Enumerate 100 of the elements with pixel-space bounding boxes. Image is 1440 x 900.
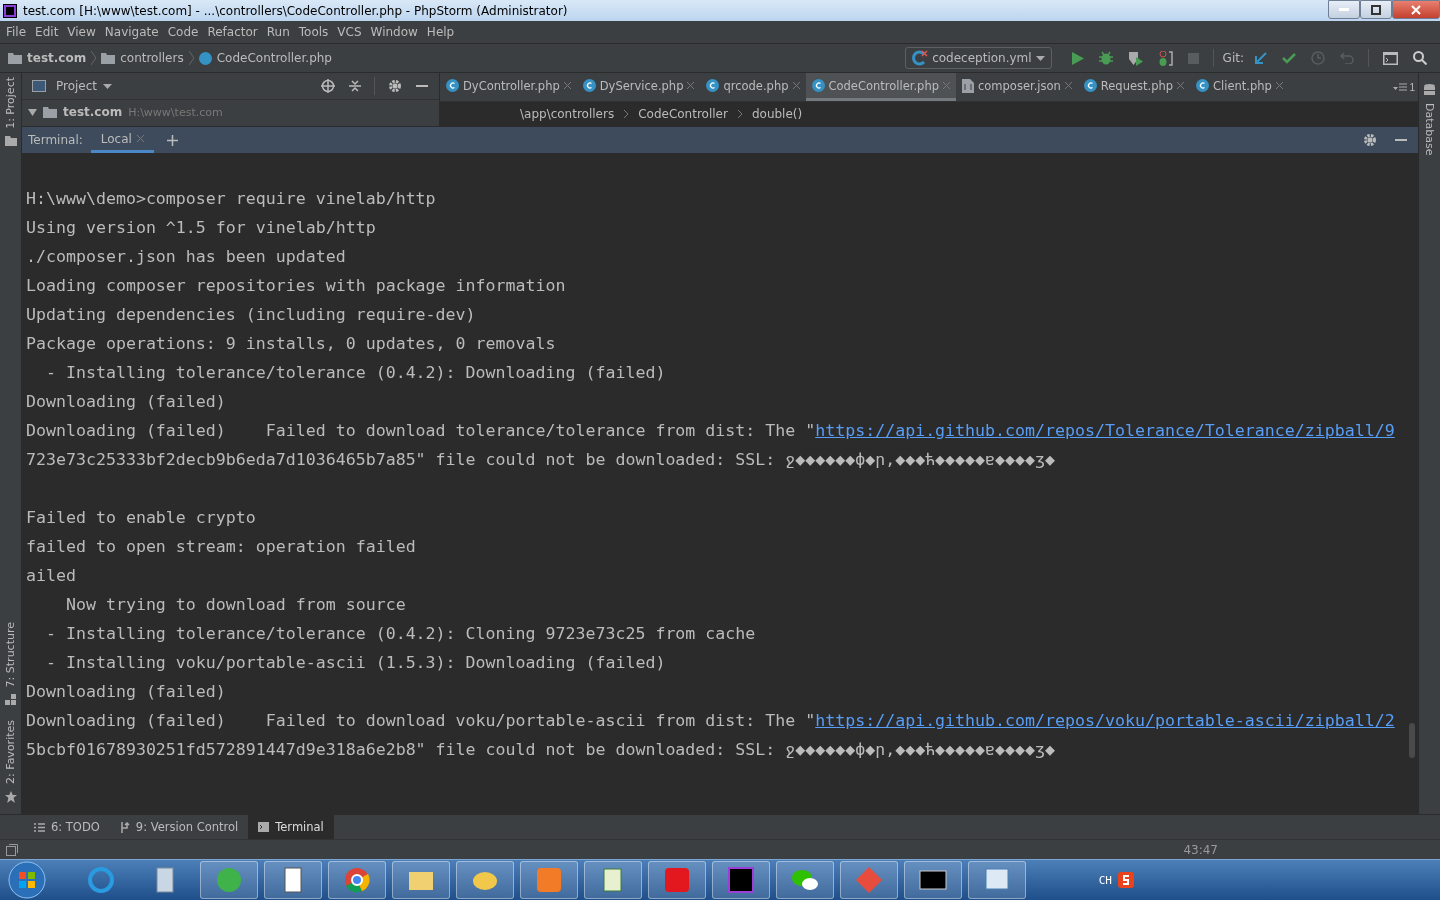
tree-row[interactable]: test.com H:\www\test.com [22, 100, 439, 124]
taskbar-button[interactable] [712, 861, 770, 899]
close-icon[interactable] [1275, 82, 1283, 89]
menu-item[interactable]: VCS [337, 25, 362, 39]
restore-icon [1371, 4, 1381, 15]
wheel-icon [342, 865, 372, 895]
menu-item[interactable]: File [6, 25, 27, 39]
tool-window-tab[interactable]: 2: Favorites [1, 716, 20, 788]
close-icon[interactable] [1177, 82, 1185, 89]
add-icon[interactable] [166, 134, 178, 146]
url-link[interactable]: https://api.github.com/repos/Tolerance/Tolerance/zipball/9 [815, 421, 1395, 440]
menu-item[interactable]: Window [370, 25, 418, 39]
input-method-icon[interactable] [1118, 872, 1134, 888]
terminal-output-line: Now trying to download from source [64, 595, 406, 614]
menu-item[interactable]: Edit [35, 25, 59, 39]
editor-tab[interactable]: DyController.php [440, 73, 577, 101]
star-icon [4, 791, 17, 803]
close-icon[interactable] [792, 82, 800, 89]
class-icon [198, 51, 212, 65]
close-button[interactable] [1392, 0, 1440, 19]
menu-item[interactable]: Refactor [207, 25, 258, 39]
project-tool-tab[interactable]: 1: Project [1, 73, 20, 133]
terminal-window-icon[interactable] [1383, 51, 1398, 65]
editor-tab[interactable]: qrcode.php [700, 73, 806, 101]
menu-item[interactable]: Navigate [104, 25, 159, 39]
close-icon[interactable] [1064, 82, 1072, 89]
tab-overflow-button[interactable]: 1 [1390, 73, 1418, 101]
update-arrow-icon[interactable] [1254, 51, 1267, 65]
terminal-output-line: Downloading (failed) [26, 392, 226, 411]
database-tool-tab[interactable]: Database [1420, 99, 1439, 160]
list-icon [1393, 83, 1408, 91]
terminal-output-line: Downloading (failed) [26, 682, 226, 701]
class-icon [446, 79, 459, 92]
tool-window-tab[interactable]: 9: Version Control [109, 815, 249, 839]
url-link[interactable]: https://api.github.com/repos/voku/portable-ascii/zipball/2 [815, 711, 1395, 730]
editor-tab[interactable]: CodeController.php [805, 73, 956, 101]
menu-item[interactable]: Code [167, 25, 199, 39]
chevron-icon [624, 110, 629, 118]
checkmark-icon[interactable] [1282, 52, 1296, 64]
class-icon [1083, 79, 1097, 92]
taskbar-button[interactable] [968, 861, 1026, 899]
class-icon [706, 79, 720, 92]
editor-tab[interactable]: Request.php [1077, 73, 1191, 101]
minimize-button[interactable] [1328, 0, 1360, 19]
taskbar-button[interactable] [264, 861, 322, 899]
menu-item[interactable]: Run [266, 25, 290, 39]
chevron-icon [91, 51, 97, 65]
caret-position[interactable]: 43:47 [1183, 842, 1218, 857]
search-icon[interactable] [1413, 51, 1427, 65]
close-icon[interactable] [136, 135, 144, 142]
editor-tab[interactable]: composer.json [956, 73, 1078, 101]
taskbar-button[interactable] [584, 861, 642, 899]
branch-icon [119, 821, 130, 833]
menu-item[interactable]: Help [426, 25, 455, 39]
database-icon [1424, 84, 1435, 96]
nav-crumb[interactable]: test.com [27, 51, 87, 65]
breadcrumb-item[interactable]: double() [751, 107, 803, 121]
breadcrumb-item[interactable]: CodeController [638, 107, 728, 121]
project-view-dropdown[interactable]: Project [50, 78, 119, 94]
close-icon[interactable] [563, 82, 571, 89]
locate-icon[interactable] [321, 79, 335, 93]
structure-icon [5, 694, 16, 706]
window-title: test.com [H:\www\test.com] - ...\controllers\CodeController.php - PhpStorm (Administrator) [23, 3, 568, 18]
input-language-indicator[interactable]: CH [1098, 873, 1112, 887]
coverage-icon[interactable] [1127, 50, 1144, 66]
editor-tab[interactable]: DyService.php [576, 73, 701, 101]
run-icon[interactable] [1071, 51, 1084, 65]
expanded-arrow-icon[interactable] [28, 107, 37, 117]
terminal-icon [258, 822, 270, 832]
collapse-all-icon[interactable] [349, 79, 361, 93]
square-icon [662, 865, 692, 895]
settings-icon[interactable] [1363, 133, 1377, 147]
close-icon[interactable] [943, 82, 950, 89]
folder-icon [4, 135, 17, 146]
caret-icon [103, 83, 113, 89]
menu-item[interactable]: View [67, 25, 96, 39]
breadcrumb-item[interactable]: \app\controllers [520, 107, 615, 121]
editor-tab[interactable]: Client.php [1190, 73, 1289, 101]
nav-crumb[interactable]: CodeController.php [216, 51, 332, 65]
terminal-output-line: failed to open stream: operation failed [26, 537, 416, 556]
settings-icon[interactable] [388, 79, 402, 93]
terminal-output-line: - Installing tolerance/tolerance (0.4.2): Downloading (failed) [44, 363, 666, 382]
terminal-output-line: Using version ^1.5 for vinelab/http [26, 218, 376, 237]
panel-toggle-icon[interactable] [6, 843, 18, 856]
terminal-output-line: - Installing voku/portable-ascii (1.5.3): Downloading (failed) [44, 653, 666, 672]
taskbar-button[interactable] [904, 861, 962, 899]
scrollbar-thumb[interactable] [1409, 723, 1415, 758]
nav-crumb[interactable]: controllers [120, 51, 184, 65]
run-config-dropdown[interactable]: codeception.yml [905, 47, 1052, 69]
tool-window-tab[interactable]: 7: Structure [1, 617, 20, 692]
menu-item[interactable]: Tools [298, 25, 329, 39]
git-label: Git: [1222, 51, 1244, 65]
bug-icon[interactable] [1098, 51, 1113, 65]
close-icon[interactable] [687, 82, 695, 89]
maximize-button[interactable] [1360, 0, 1392, 19]
taskbar-button[interactable] [776, 861, 834, 899]
start-button[interactable] [8, 861, 46, 899]
profile-icon[interactable] [1158, 50, 1173, 66]
tool-window-tab[interactable]: Terminal [248, 815, 334, 839]
tool-window-tab[interactable]: 6: TODO [24, 815, 110, 839]
